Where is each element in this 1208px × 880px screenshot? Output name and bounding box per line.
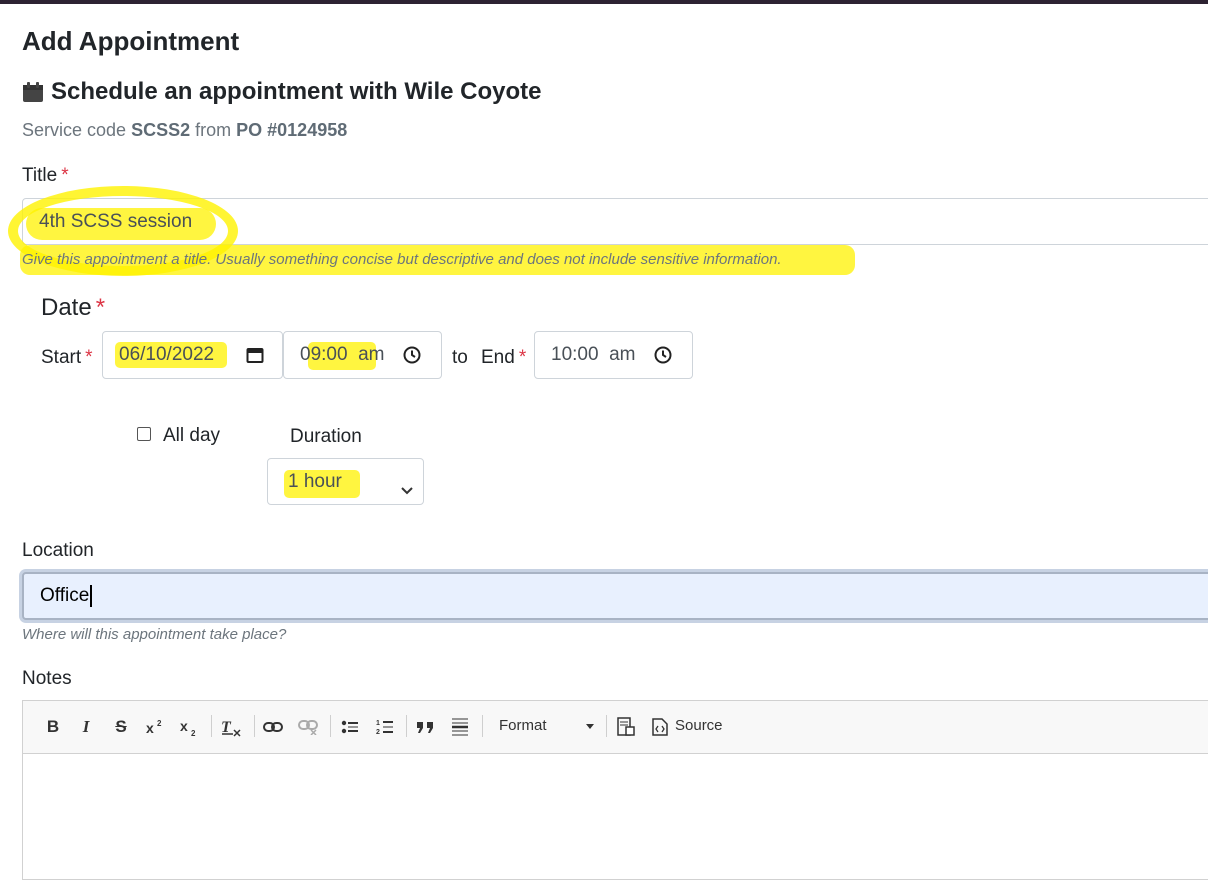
chevron-down-icon xyxy=(401,479,413,501)
start-date-input[interactable]: 06/10/2022 xyxy=(102,331,283,379)
duration-value: 1 hour xyxy=(288,470,342,492)
format-dropdown[interactable]: Format xyxy=(499,717,547,734)
italic-icon[interactable]: I xyxy=(76,715,96,739)
start-time-value: 09:00 am xyxy=(300,344,385,365)
appointment-subheading: Schedule an appointment with Wile Coyote xyxy=(22,78,542,106)
page-title: Add Appointment xyxy=(22,26,240,56)
required-mark: * xyxy=(518,347,527,368)
all-day-checkbox[interactable] xyxy=(137,427,151,441)
service-from: from xyxy=(195,120,232,140)
remove-format-icon[interactable]: T xyxy=(220,715,242,739)
svg-text:2: 2 xyxy=(191,729,196,736)
title-label-text: Title xyxy=(22,165,58,186)
date-heading: Date * xyxy=(41,294,105,322)
clock-icon[interactable] xyxy=(403,346,421,370)
toolbar-separator xyxy=(330,715,331,737)
chevron-down-icon[interactable] xyxy=(583,715,597,739)
svg-text:x: x xyxy=(146,720,154,736)
duration-select[interactable]: 1 hour xyxy=(267,458,424,505)
service-prefix: Service code xyxy=(22,120,127,140)
po-number: PO #0124958 xyxy=(236,120,348,140)
subscript-icon[interactable]: x2 xyxy=(179,715,201,739)
service-code-line: Service code SCSS2 from PO #0124958 xyxy=(22,120,347,141)
all-day-label[interactable]: All day xyxy=(163,425,220,447)
required-mark: * xyxy=(95,294,106,321)
to-label: to xyxy=(452,347,468,368)
start-label-text: Start xyxy=(41,347,82,368)
link-icon[interactable] xyxy=(262,715,284,739)
bulleted-list-icon[interactable] xyxy=(339,715,361,739)
date-picker-icon[interactable] xyxy=(246,346,264,370)
toolbar-separator xyxy=(406,715,407,737)
notes-editor[interactable]: B I S x2 x2 T 12 Format Source xyxy=(22,700,1208,880)
toolbar-separator xyxy=(606,715,607,737)
end-time-input[interactable]: 10:00 am xyxy=(534,331,693,379)
toolbar-separator xyxy=(482,715,483,737)
clock-icon[interactable] xyxy=(654,346,672,370)
required-mark: * xyxy=(61,165,69,186)
location-input[interactable]: Office xyxy=(22,572,1208,620)
title-label: Title * xyxy=(22,165,69,187)
toolbar-separator xyxy=(211,715,212,737)
horizontal-rule-icon[interactable] xyxy=(449,715,471,739)
svg-text:2: 2 xyxy=(376,729,380,736)
start-date-value: 06/10/2022 xyxy=(119,344,215,365)
bold-icon[interactable]: B xyxy=(43,715,63,739)
editor-toolbar: B I S x2 x2 T 12 Format Source xyxy=(23,701,1208,754)
duration-label: Duration xyxy=(290,426,362,447)
unlink-icon[interactable] xyxy=(297,715,319,739)
preview-icon[interactable] xyxy=(615,715,637,739)
required-mark: * xyxy=(85,347,93,368)
text-cursor xyxy=(90,585,92,607)
notes-label: Notes xyxy=(22,668,72,689)
svg-text:1: 1 xyxy=(376,720,380,727)
strike-icon[interactable]: S xyxy=(111,715,131,739)
svg-text:x: x xyxy=(180,718,188,734)
end-label: End * xyxy=(481,347,526,369)
location-help-text: Where will this appointment take place? xyxy=(22,626,287,643)
start-time-input[interactable]: 09:00 am xyxy=(283,331,442,379)
title-help-text: Give this appointment a title. Usually s… xyxy=(22,251,782,268)
source-button[interactable]: Source xyxy=(675,717,723,734)
calendar-icon xyxy=(22,81,44,103)
superscript-icon[interactable]: x2 xyxy=(145,715,167,739)
location-label: Location xyxy=(22,540,94,561)
end-label-text: End xyxy=(481,347,515,368)
date-heading-text: Date xyxy=(41,294,92,321)
toolbar-separator xyxy=(254,715,255,737)
svg-text:2: 2 xyxy=(157,719,162,728)
numbered-list-icon[interactable]: 12 xyxy=(374,715,396,739)
subheading-text: Schedule an appointment with Wile Coyote xyxy=(51,78,542,105)
blockquote-icon[interactable] xyxy=(414,715,436,739)
source-icon[interactable] xyxy=(651,715,669,739)
start-label: Start * xyxy=(41,347,93,369)
window-top-bar xyxy=(0,0,1208,4)
service-code: SCSS2 xyxy=(131,120,191,140)
end-time-value: 10:00 am xyxy=(551,344,636,365)
location-value: Office xyxy=(40,585,90,606)
